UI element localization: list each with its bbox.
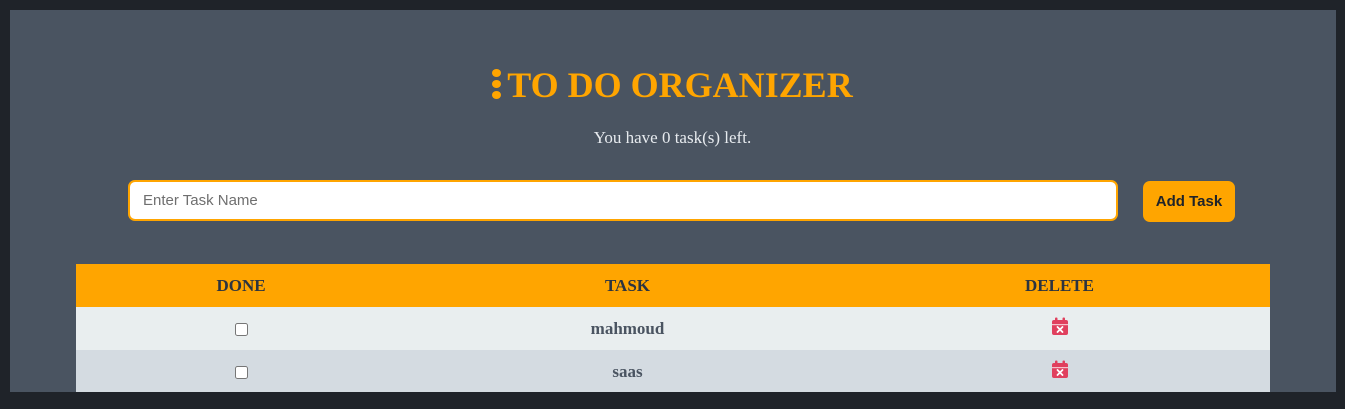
calendar-x-icon[interactable] (1051, 360, 1069, 384)
task-name: mahmoud (406, 307, 849, 350)
page-title: TO DO ORGANIZER (10, 63, 1336, 107)
vertical-dots-icon (492, 69, 502, 99)
delete-cell (849, 350, 1270, 392)
done-checkbox[interactable] (234, 366, 248, 380)
todo-app: TO DO ORGANIZER You have 0 task(s) left.… (10, 10, 1336, 392)
task-name: saas (406, 350, 849, 392)
header-task: TASK (406, 264, 849, 307)
header-delete: DELETE (849, 264, 1270, 307)
done-cell (76, 307, 406, 350)
done-checkbox[interactable] (234, 323, 248, 337)
tasks-left-text: You have 0 task(s) left. (593, 128, 752, 147)
delete-cell (849, 307, 1270, 350)
page-title-text: TO DO ORGANIZER (507, 65, 853, 105)
header-done: DONE (76, 264, 406, 307)
add-task-button[interactable]: Add Task (1143, 181, 1235, 222)
table-row: saas (76, 350, 1270, 392)
calendar-x-icon[interactable] (1051, 317, 1069, 341)
table-row: mahmoud (76, 307, 1270, 350)
done-cell (76, 350, 406, 392)
task-name-input[interactable] (128, 180, 1118, 221)
table-header-row: DONE TASK DELETE (76, 264, 1270, 307)
tasks-table: DONE TASK DELETE mahmoud saas (76, 264, 1270, 392)
